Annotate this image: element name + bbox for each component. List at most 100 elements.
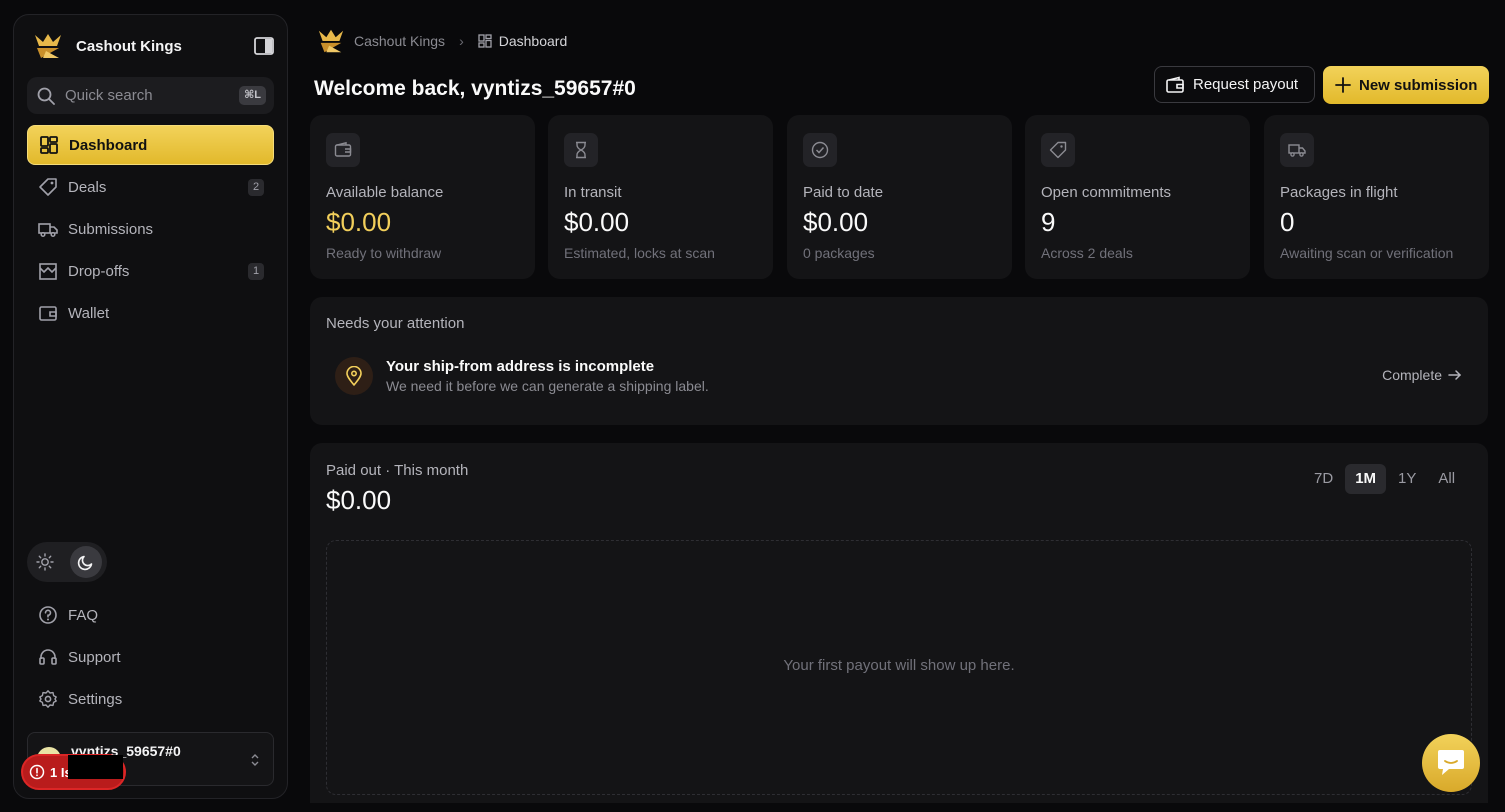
request-payout-button[interactable]: Request payout: [1154, 66, 1315, 103]
breadcrumb-current: Dashboard: [498, 33, 568, 49]
page-title: Welcome back, vyntizs_59657#0: [314, 77, 636, 100]
stat-label: In transit: [564, 184, 622, 201]
chat-launcher-button[interactable]: [1422, 734, 1480, 792]
stat-label: Available balance: [326, 184, 444, 201]
wallet-icon: [1166, 75, 1184, 93]
stat-open-commitments: Open commitments 9 Across 2 deals: [1025, 115, 1250, 279]
tag-icon: [1049, 141, 1067, 159]
main-nav: Dashboard Deals 2 Submissions Drop-offs …: [27, 125, 274, 335]
crown-logo-icon: [35, 34, 61, 58]
stat-value: $0.00: [803, 207, 869, 237]
secondary-nav: FAQ Support Settings: [27, 595, 274, 721]
crown-logo-icon[interactable]: [315, 27, 347, 55]
empty-state-text: Your first payout will show up here.: [783, 657, 1015, 674]
quick-search[interactable]: ⌘L: [27, 77, 274, 114]
stat-value: $0.00: [326, 207, 392, 237]
breadcrumb-separator: ›: [459, 33, 464, 49]
sidebar-collapse-icon[interactable]: [254, 37, 274, 55]
complete-address-link[interactable]: Complete: [1382, 367, 1462, 383]
paid-out-panel: Paid out · This month $0.00 7D 1M 1Y All…: [310, 443, 1488, 803]
stat-paid-to-date: Paid to date $0.00 0 packages: [787, 115, 1012, 279]
sidebar-item-deals[interactable]: Deals 2: [27, 167, 274, 207]
attention-panel: Needs your attention Your ship-from addr…: [310, 297, 1488, 425]
stat-icon-wrap: [326, 133, 360, 167]
sidebar-item-label: Dashboard: [69, 136, 148, 154]
truck-icon: [38, 223, 58, 238]
chat-bubble-icon: [1438, 750, 1464, 775]
stat-subtext: Across 2 deals: [1041, 245, 1133, 261]
stat-icon-wrap: [1280, 133, 1314, 167]
sidebar-item-faq[interactable]: FAQ: [27, 595, 274, 635]
map-pin-icon: [346, 366, 362, 386]
new-submission-label: New submission: [1359, 76, 1478, 94]
search-icon: [37, 87, 55, 105]
stats-row: Available balance $0.00 Ready to withdra…: [310, 115, 1490, 279]
sidebar-item-support[interactable]: Support: [27, 637, 274, 677]
arrow-right-icon: [1448, 370, 1462, 380]
request-payout-label: Request payout: [1193, 76, 1299, 93]
stat-value: $0.00: [564, 207, 630, 237]
breadcrumb-root[interactable]: Cashout Kings: [354, 33, 445, 49]
paid-out-value: $0.00: [326, 485, 392, 515]
stat-subtext: Ready to withdraw: [326, 245, 442, 261]
theme-toggle[interactable]: [27, 542, 107, 582]
drop-offs-count-badge: 1: [248, 263, 264, 280]
headset-icon: [39, 649, 57, 665]
tag-icon: [39, 178, 57, 196]
sidebar-item-settings[interactable]: Settings: [27, 679, 274, 719]
attention-title: Needs your attention: [326, 315, 465, 332]
brand-name: Cashout Kings: [76, 37, 182, 55]
dashboard-icon: [40, 136, 58, 154]
stat-subtext: 0 packages: [803, 245, 875, 261]
sidebar-item-drop-offs[interactable]: Drop-offs 1: [27, 251, 274, 291]
stat-available-balance: Available balance $0.00 Ready to withdra…: [310, 115, 535, 279]
attention-heading: Your ship-from address is incomplete: [386, 358, 655, 375]
store-icon: [39, 263, 57, 280]
search-input[interactable]: [65, 87, 225, 104]
stat-icon-wrap: [1041, 133, 1075, 167]
chart-empty-state: Your first payout will show up here.: [326, 540, 1472, 795]
sidebar-item-wallet[interactable]: Wallet: [27, 293, 274, 333]
stat-value: 0: [1280, 207, 1295, 237]
sidebar-item-submissions[interactable]: Submissions: [27, 209, 274, 249]
wallet-icon: [334, 141, 352, 157]
attention-icon-wrap: [335, 357, 373, 395]
deals-count-badge: 2: [248, 179, 264, 196]
brand[interactable]: Cashout Kings: [32, 31, 182, 61]
sidebar-item-dashboard[interactable]: Dashboard: [27, 125, 274, 165]
stat-label: Open commitments: [1041, 184, 1172, 201]
dashboard-icon: [478, 34, 492, 48]
plus-icon: [1335, 77, 1351, 93]
attention-description: We need it before we can generate a ship…: [386, 378, 709, 394]
sidebar-item-label: Settings: [68, 690, 123, 708]
sidebar-item-label: Deals: [68, 178, 107, 196]
stat-icon-wrap: [564, 133, 598, 167]
range-selector: 7D 1M 1Y All: [1304, 464, 1467, 494]
wallet-icon: [39, 306, 57, 321]
chevron-up-down-icon: [251, 754, 259, 766]
help-circle-icon: [39, 606, 57, 624]
new-submission-button[interactable]: New submission: [1323, 66, 1489, 104]
range-7d-button[interactable]: 7D: [1304, 464, 1343, 494]
truck-icon: [1288, 144, 1306, 157]
dark-mode-button[interactable]: [70, 546, 102, 578]
range-all-button[interactable]: All: [1428, 464, 1465, 494]
gear-icon: [39, 690, 57, 708]
range-1m-button[interactable]: 1M: [1345, 464, 1387, 494]
stat-subtext: Awaiting scan or verification: [1280, 245, 1454, 261]
sidebar-item-label: Support: [68, 648, 121, 666]
range-1y-button[interactable]: 1Y: [1388, 464, 1426, 494]
sun-icon[interactable]: [36, 553, 54, 571]
moon-icon: [77, 555, 93, 571]
redaction-block: [68, 755, 123, 779]
sidebar: Cashout Kings ⌘L Dashboard: [13, 14, 288, 799]
stat-label: Paid to date: [803, 184, 884, 201]
check-circle-icon: [811, 141, 829, 159]
stat-in-transit: In transit $0.00 Estimated, locks at sca…: [548, 115, 773, 279]
hourglass-icon: [576, 141, 586, 159]
complete-label: Complete: [1382, 367, 1442, 383]
breadcrumb: Cashout Kings › Dashboard: [315, 27, 567, 55]
stat-label: Packages in flight: [1280, 184, 1398, 201]
sidebar-item-label: Wallet: [68, 304, 110, 322]
search-shortcut-badge: ⌘L: [239, 86, 266, 105]
